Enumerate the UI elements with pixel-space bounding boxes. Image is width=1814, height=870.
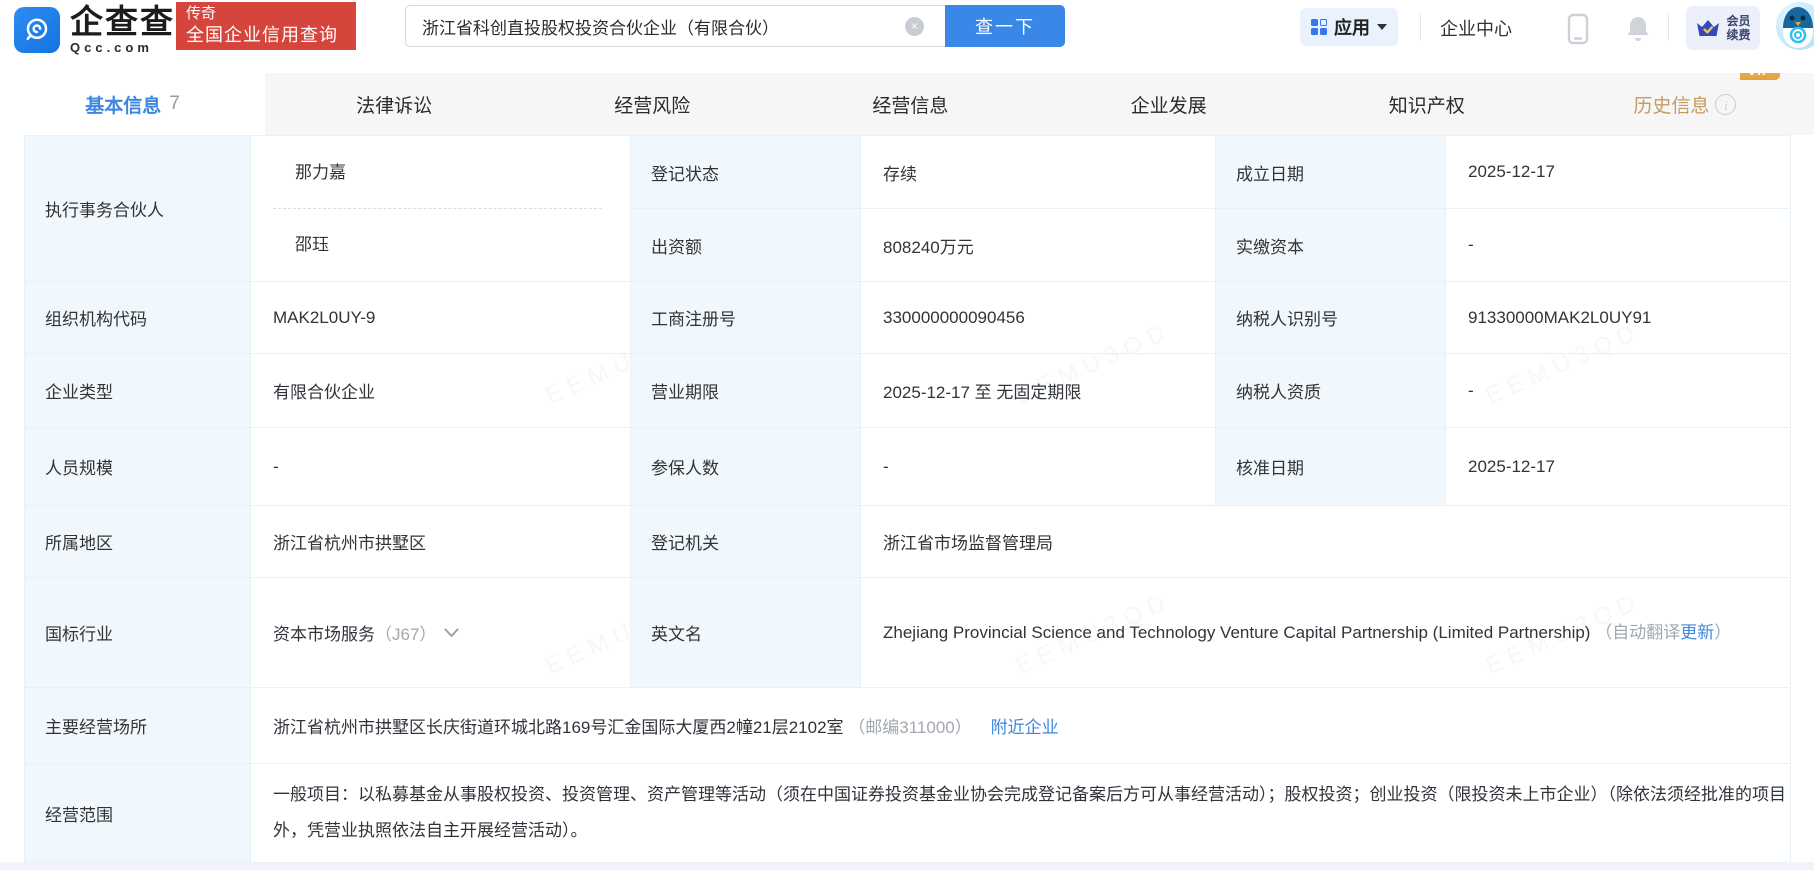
divider <box>1420 13 1421 41</box>
enterprise-center-link[interactable]: 企业中心 <box>1440 15 1512 41</box>
value-national-industry: 资本市场服务（J67） <box>251 578 631 688</box>
apps-menu-button[interactable]: 应用 <box>1300 8 1398 46</box>
notification-bell-icon[interactable] <box>1624 14 1652 49</box>
label-company-type: 企业类型 <box>25 354 251 428</box>
label-registration-status: 登记状态 <box>631 136 861 209</box>
value-org-code: MAK2L0UY-9 <box>251 282 631 354</box>
value-registration-status: 存续 <box>861 136 1216 209</box>
value-main-business-address: 浙江省杭州市拱墅区长庆街道环城北路169号汇金国际大厦西2幢21层2102室 （… <box>251 688 1791 764</box>
value-company-type: 有限合伙企业 <box>251 354 631 428</box>
partner-name-link[interactable]: 那力嘉 <box>273 137 602 209</box>
divider <box>1668 13 1669 41</box>
page-bottom-strip <box>0 862 1814 870</box>
label-executive-partner: 执行事务合伙人 <box>25 136 251 282</box>
value-insured-count: - <box>861 428 1216 506</box>
section-tabbar: 基本信息 7 法律诉讼 经营风险 经营信息 企业发展 知识产权 历史信息 i V… <box>0 73 1814 135</box>
label-region: 所属地区 <box>25 506 251 578</box>
label-main-business-address: 主要经营场所 <box>25 688 251 764</box>
value-english-name: Zhejiang Provincial Science and Technolo… <box>861 578 1791 688</box>
value-approval-date: 2025-12-17 <box>1446 428 1791 506</box>
tab-legal-litigation[interactable]: 法律诉讼 <box>265 73 523 135</box>
user-avatar[interactable] <box>1776 2 1814 50</box>
value-region: 浙江省杭州市拱墅区 <box>251 506 631 578</box>
label-registration-authority: 登记机关 <box>631 506 861 578</box>
qcc-logo-icon <box>14 7 60 53</box>
value-staff-size: - <box>251 428 631 506</box>
apps-label: 应用 <box>1334 14 1370 40</box>
label-taxpayer-quality: 纳税人资质 <box>1216 354 1446 428</box>
value-executive-partner: 那力嘉 邵珏 <box>251 136 631 282</box>
value-paid-in-capital: - <box>1446 209 1791 282</box>
search-input[interactable] <box>405 5 945 47</box>
tab-intellectual-property[interactable]: 知识产权 <box>1298 73 1556 135</box>
chevron-down-icon <box>1377 24 1387 30</box>
search-button[interactable]: 查一下 <box>945 5 1065 47</box>
label-english-name: 英文名 <box>631 578 861 688</box>
label-insured-count: 参保人数 <box>631 428 861 506</box>
slogan-line1: 传奇 <box>186 5 346 24</box>
mobile-app-icon[interactable] <box>1567 13 1589 50</box>
tab-history-info[interactable]: 历史信息 i VIP <box>1556 73 1814 135</box>
qcc-logo[interactable]: 企查查 Qcc.com <box>14 5 175 54</box>
value-business-reg-no: 330000000090456 <box>861 282 1216 354</box>
qcc-company-page: EEMU3QDEEMU3QDEEMU3QDEEMU3QDEEMU3QDEEMU3… <box>0 0 1814 870</box>
value-taxpayer-quality: - <box>1446 354 1791 428</box>
label-org-code: 组织机构代码 <box>25 282 251 354</box>
vip-renew-button[interactable]: 会员续费 <box>1686 6 1760 50</box>
partner-name-link[interactable]: 邵珏 <box>273 209 630 281</box>
label-contributed-capital: 出资额 <box>631 209 861 282</box>
search-bar: × 查一下 <box>405 5 1065 47</box>
slogan-line2: 全国企业信用查询 <box>186 24 346 47</box>
brand-domain: Qcc.com <box>70 41 175 54</box>
slogan-badge: 传奇 全国企业信用查询 <box>176 2 356 50</box>
value-registration-authority: 浙江省市场监督管理局 <box>861 506 1791 578</box>
label-business-scope: 经营范围 <box>25 764 251 863</box>
info-icon[interactable]: i <box>1715 94 1736 115</box>
label-taxpayer-id: 纳税人识别号 <box>1216 282 1446 354</box>
qcc-logo-text: 企查查 Qcc.com <box>70 5 175 54</box>
basic-info-table: 执行事务合伙人 那力嘉 邵珏 登记状态 存续 成立日期 2025-12-17 出… <box>24 135 1791 863</box>
label-business-reg-no: 工商注册号 <box>631 282 861 354</box>
tab-company-development[interactable]: 企业发展 <box>1040 73 1298 135</box>
crown-icon <box>1695 17 1721 39</box>
label-business-term: 营业期限 <box>631 354 861 428</box>
value-business-term: 2025-12-17 至 无固定期限 <box>861 354 1216 428</box>
tab-operation-info[interactable]: 经营信息 <box>781 73 1039 135</box>
label-approval-date: 核准日期 <box>1216 428 1446 506</box>
chevron-down-icon[interactable] <box>444 623 459 643</box>
label-national-industry: 国标行业 <box>25 578 251 688</box>
tab-operation-risk[interactable]: 经营风险 <box>523 73 781 135</box>
tab-basic-info-label: 基本信息 <box>85 91 161 118</box>
vip-renew-label: 会员续费 <box>1726 14 1750 42</box>
apps-grid-icon <box>1311 19 1327 35</box>
top-header: 企查查 Qcc.com 传奇 全国企业信用查询 × 查一下 应用 企业中心 <box>0 0 1814 73</box>
label-paid-in-capital: 实缴资本 <box>1216 209 1446 282</box>
label-staff-size: 人员规模 <box>25 428 251 506</box>
clear-search-icon[interactable]: × <box>905 17 924 36</box>
value-business-scope: 一般项目：以私募基金从事股权投资、投资管理、资产管理等活动（须在中国证券投资基金… <box>251 764 1791 863</box>
value-contributed-capital: 808240万元 <box>861 209 1216 282</box>
nearby-companies-link[interactable]: 附近企业 <box>991 718 1059 737</box>
value-establish-date: 2025-12-17 <box>1446 136 1791 209</box>
tab-basic-info-count: 7 <box>169 93 180 115</box>
label-establish-date: 成立日期 <box>1216 136 1446 209</box>
translation-update-link[interactable]: 更新 <box>1680 623 1714 642</box>
value-taxpayer-id: 91330000MAK2L0UY91 <box>1446 282 1791 354</box>
tab-basic-info[interactable]: 基本信息 7 <box>0 73 265 135</box>
brand-name: 企查查 <box>70 5 175 38</box>
